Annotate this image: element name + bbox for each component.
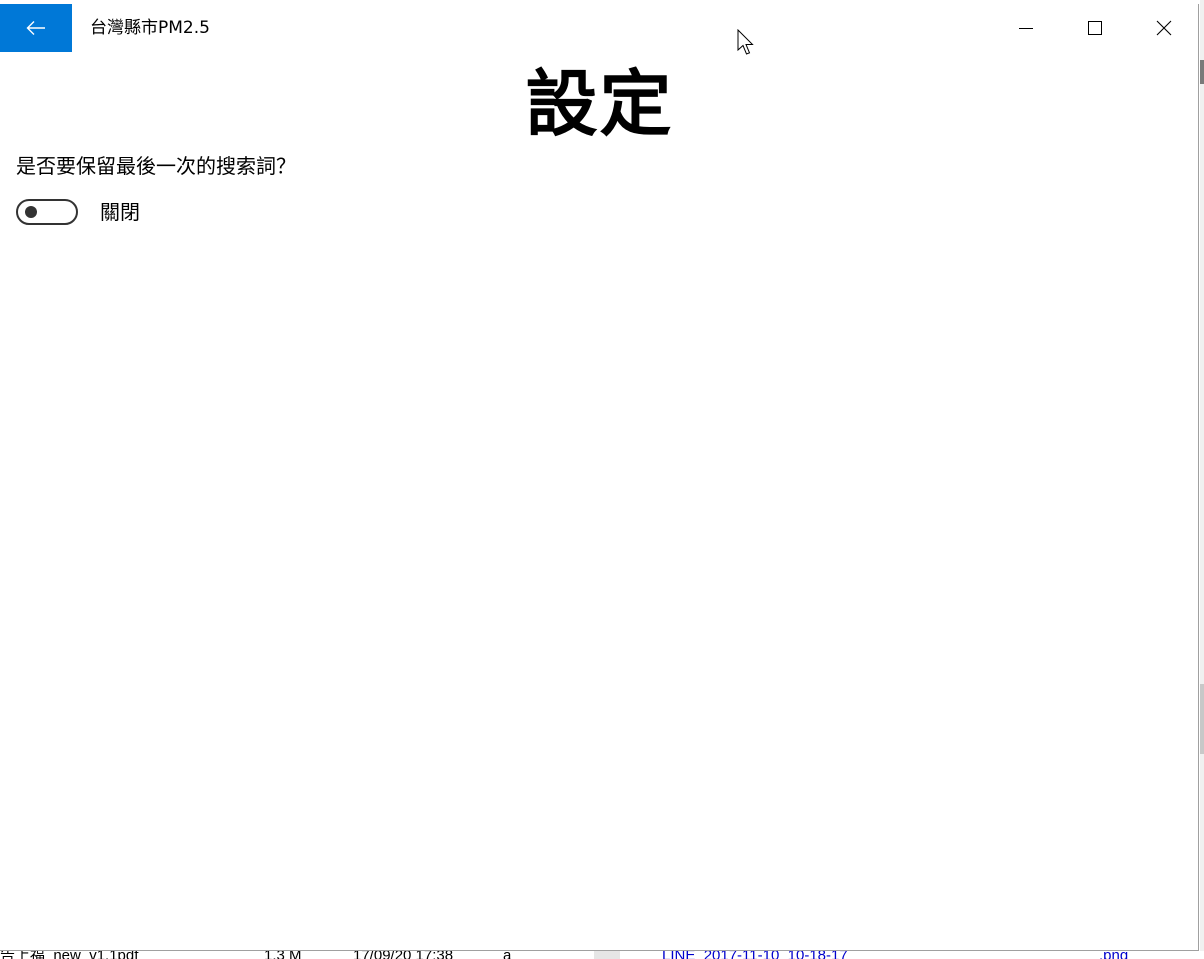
background-file-name: 告上福_new_v1.1pdf [0,951,138,959]
back-button[interactable] [0,4,72,52]
keep-last-search-toggle[interactable]: 關閉 [16,194,140,230]
background-window-edge [1200,0,1204,959]
background-edge-mark [1200,60,1204,84]
app-window: 台灣縣市PM2.5 設定 是否要保留最後一次的搜索詞？ 關閉 [0,4,1199,951]
arrow-left-icon [26,21,45,35]
background-edge-mark [1200,684,1204,754]
title-bar[interactable]: 台灣縣市PM2.5 [0,4,1198,52]
minimize-icon [1019,28,1033,29]
minimize-button[interactable] [1003,4,1049,52]
background-divider [594,951,620,959]
background-file-size: 1.3 M [264,951,302,959]
keep-last-search-question: 是否要保留最後一次的搜索詞？ [16,154,296,178]
toggle-switch-thumb [25,206,37,218]
close-icon [1156,20,1172,36]
background-file-ext: .png [1099,951,1128,959]
background-file-list: 告上福_new_v1.1pdf 1.3 M 17/09/20 17:38 a L… [0,951,1204,959]
close-button[interactable] [1141,4,1187,52]
app-title: 台灣縣市PM2.5 [90,18,210,38]
toggle-switch-track[interactable] [16,199,78,225]
mouse-cursor-icon [737,29,754,55]
maximize-icon [1088,21,1102,35]
maximize-button[interactable] [1072,4,1118,52]
page-title: 設定 [525,62,674,146]
background-file-link: LINE_2017-11-10_10-18-17 [662,951,848,959]
background-file-attr: a [503,951,511,959]
toggle-state-label: 關閉 [100,200,140,224]
background-file-date: 17/09/20 17:38 [353,951,453,959]
